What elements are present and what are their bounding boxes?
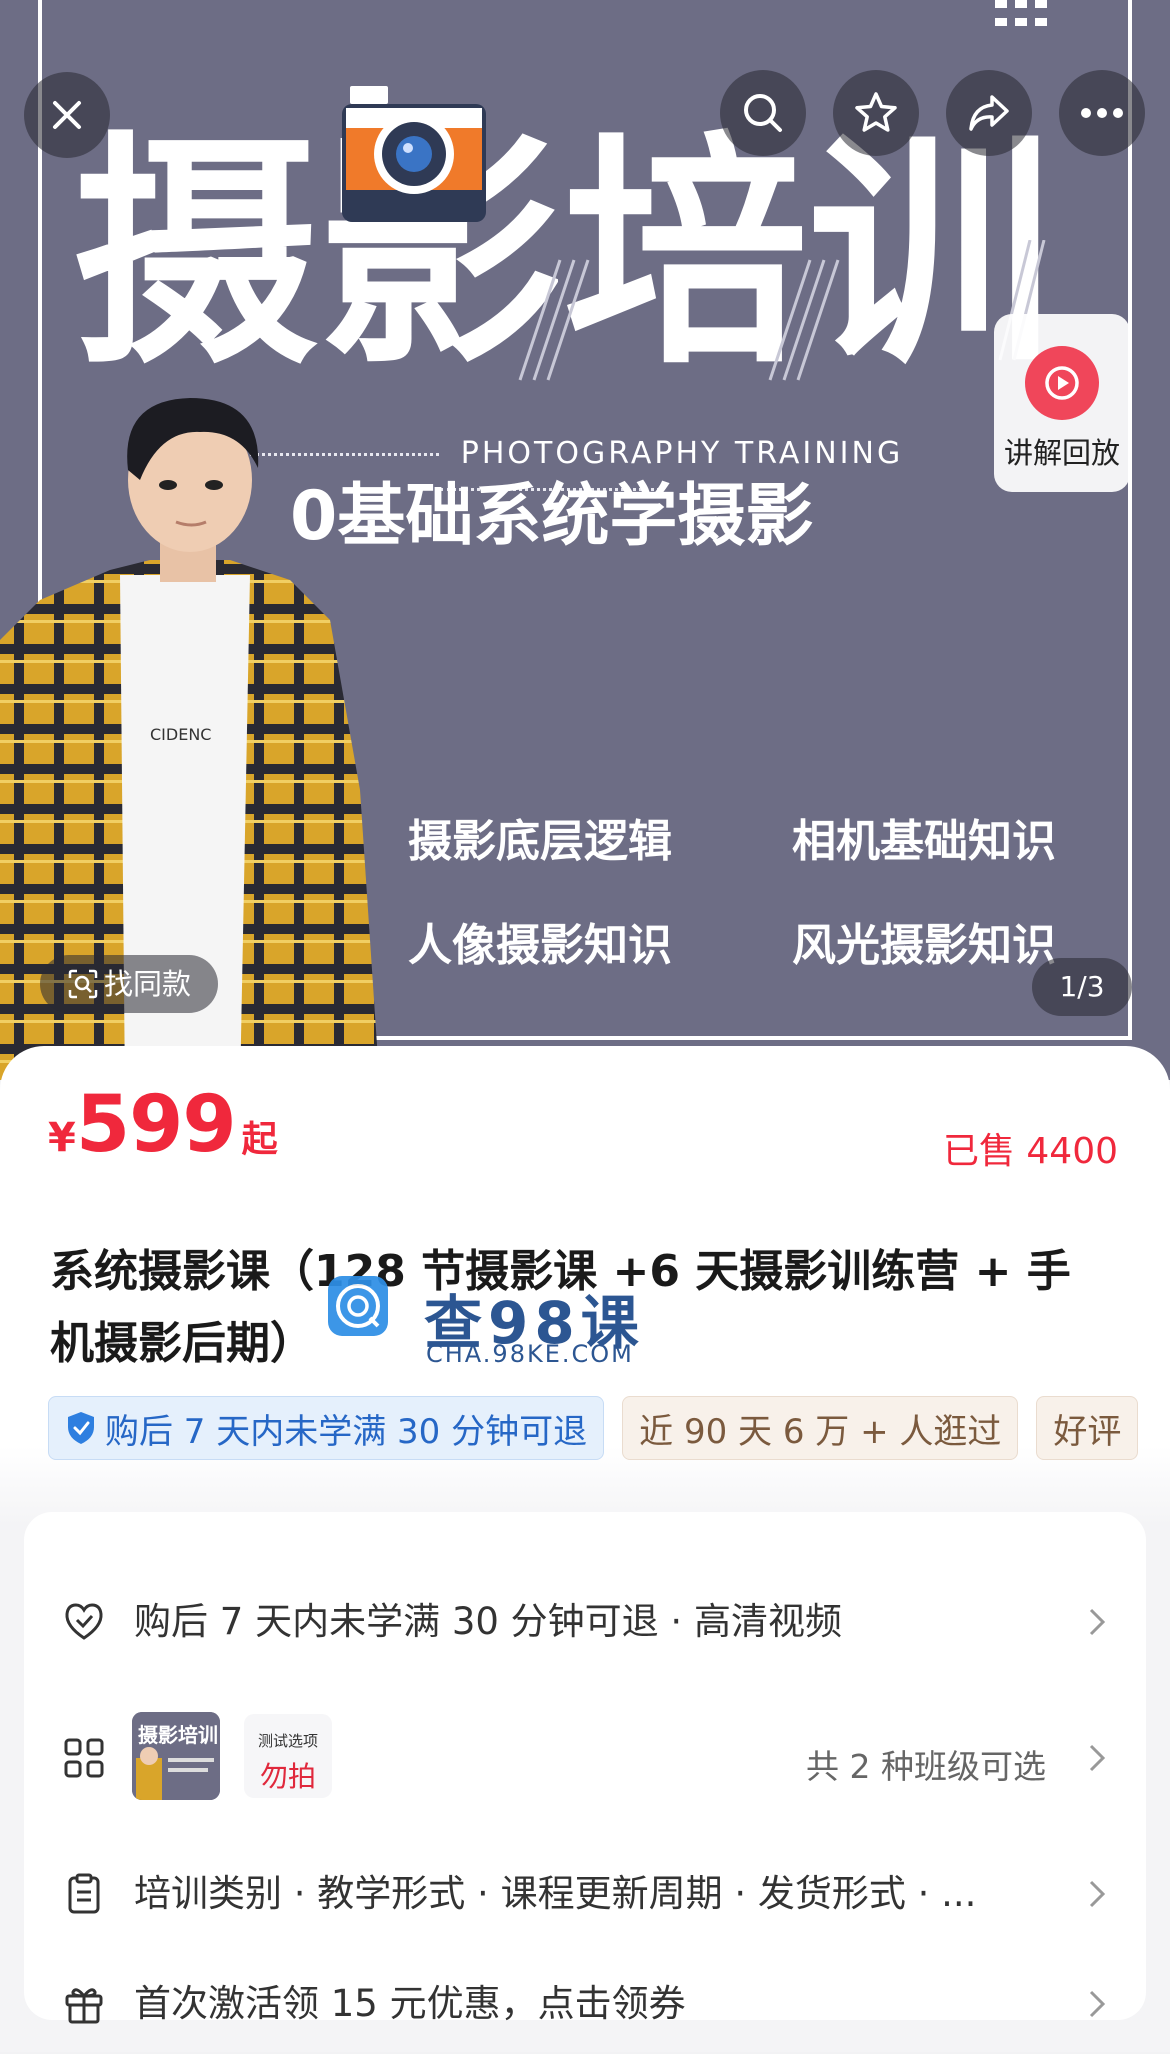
- svg-text:训: 训: [198, 1723, 218, 1747]
- price-currency: ¥: [48, 1115, 76, 1161]
- option-caption: 测试选项: [257, 1732, 318, 1750]
- watermark-logo-icon: [328, 1276, 388, 1336]
- close-icon: [53, 101, 81, 129]
- clipboard-icon: [68, 1873, 100, 1914]
- banner-subtitle-en-text: PHOTOGRAPHY TRAINING: [460, 436, 904, 471]
- option-chip[interactable]: 测试选项 勿拍: [244, 1714, 332, 1798]
- tag-list[interactable]: 购后 7 天内未学满 30 分钟可退 近 90 天 6 万 + 人逛过 好评: [48, 1396, 1170, 1462]
- specs-text: 培训类别 · 教学形式 · 课程更新周期 · 发货形式 · ...: [134, 1872, 977, 1915]
- camera-icon: [342, 86, 486, 222]
- class-options-row[interactable]: 摄 影 培 训 测试选项 勿拍 共 2 种班级可选: [24, 1702, 1146, 1812]
- svg-text:影: 影: [158, 1723, 178, 1747]
- price-suffix: 起: [241, 1119, 278, 1160]
- sold-count: 已售 4400: [942, 1131, 1118, 1172]
- chevron-right-icon: [1089, 1880, 1106, 1908]
- replay-button[interactable]: 讲解回放: [994, 314, 1130, 492]
- banner-feature: 风光摄影知识: [792, 920, 1056, 971]
- price-value: 599: [75, 1080, 237, 1170]
- banner-feature: 人像摄影知识: [408, 920, 672, 971]
- specs-row[interactable]: 培训类别 · 教学形式 · 课程更新周期 · 发货形式 · ...: [24, 1844, 1146, 1944]
- find-similar-button[interactable]: 找同款: [40, 955, 218, 1013]
- banner-feature: 摄影底层逻辑: [408, 816, 672, 867]
- svg-text:摄: 摄: [138, 1723, 159, 1747]
- share-button[interactable]: [946, 70, 1032, 156]
- scan-search-icon: [68, 969, 98, 999]
- watermark-url: CHA.98KE.COM: [426, 1340, 634, 1368]
- search-button[interactable]: [720, 70, 806, 156]
- shield-check-icon: [68, 1412, 94, 1444]
- banner-decoration: [995, 0, 1065, 40]
- guarantee-text: 购后 7 天内未学满 30 分钟可退 · 高清视频: [134, 1600, 842, 1643]
- share-icon: [969, 95, 1009, 131]
- gift-icon: [65, 1988, 103, 2024]
- option-thumbnail-image: 摄 影 培 训: [132, 1712, 220, 1800]
- watermark: 查98课 CHA.98KE.COM: [326, 1276, 646, 1376]
- find-similar-label: 找同款: [104, 967, 192, 1001]
- option-thumbnail[interactable]: 摄 影 培 训: [132, 1712, 220, 1800]
- price: ¥599 起: [48, 1080, 278, 1170]
- close-button[interactable]: [24, 72, 110, 158]
- banner-feature: 相机基础知识: [792, 816, 1056, 867]
- option-value: 勿拍: [259, 1760, 316, 1793]
- chevron-right-icon: [1089, 1608, 1106, 1636]
- svg-text:培: 培: [178, 1723, 198, 1747]
- coupon-text: 首次激活领 15 元优惠，点击领券: [134, 1982, 686, 2025]
- refund-tag-label: 购后 7 天内未学满 30 分钟可退: [105, 1411, 588, 1452]
- banner-stripes: [518, 240, 1046, 381]
- class-count: 共 2 种班级可选: [806, 1747, 1046, 1786]
- star-icon: [855, 92, 897, 132]
- coupon-row[interactable]: 首次激活领 15 元优惠，点击领券: [24, 1954, 1146, 2054]
- grid-icon: [64, 1738, 104, 1778]
- banner-title-char: 摄: [73, 112, 318, 397]
- detail-card: 购后 7 天内未学满 30 分钟可退 · 高清视频 摄 影 培 训 测试选项 勿…: [24, 1512, 1146, 2025]
- guarantee-row[interactable]: 购后 7 天内未学满 30 分钟可退 · 高清视频: [24, 1572, 1146, 1672]
- product-image-carousel[interactable]: 摄影培训 影 PHOTOGRAPHY TRAINING 0基础系统学摄影 摄影底…: [0, 0, 1170, 1080]
- replay-label: 讲解回放: [1003, 436, 1120, 470]
- chevron-right-icon: [1089, 1990, 1106, 2018]
- views-tag-label: 近 90 天 6 万 + 人逛过: [639, 1411, 1002, 1452]
- chevron-right-icon: [1089, 1744, 1106, 1772]
- reviews-tag[interactable]: 好评: [1036, 1396, 1139, 1460]
- favorite-button[interactable]: [833, 70, 919, 156]
- views-tag[interactable]: 近 90 天 6 万 + 人逛过: [622, 1396, 1019, 1460]
- more-button[interactable]: [1059, 70, 1145, 156]
- heart-shield-icon: [65, 1603, 103, 1640]
- refund-tag[interactable]: 购后 7 天内未学满 30 分钟可退: [48, 1396, 605, 1460]
- replay-icon: [1025, 346, 1099, 420]
- image-counter: 1/3: [1032, 958, 1132, 1016]
- shirt-print: CIDENC: [150, 725, 211, 744]
- reviews-tag-label: 好评: [1053, 1411, 1122, 1452]
- more-icon: [1081, 108, 1123, 118]
- search-icon: [744, 94, 782, 132]
